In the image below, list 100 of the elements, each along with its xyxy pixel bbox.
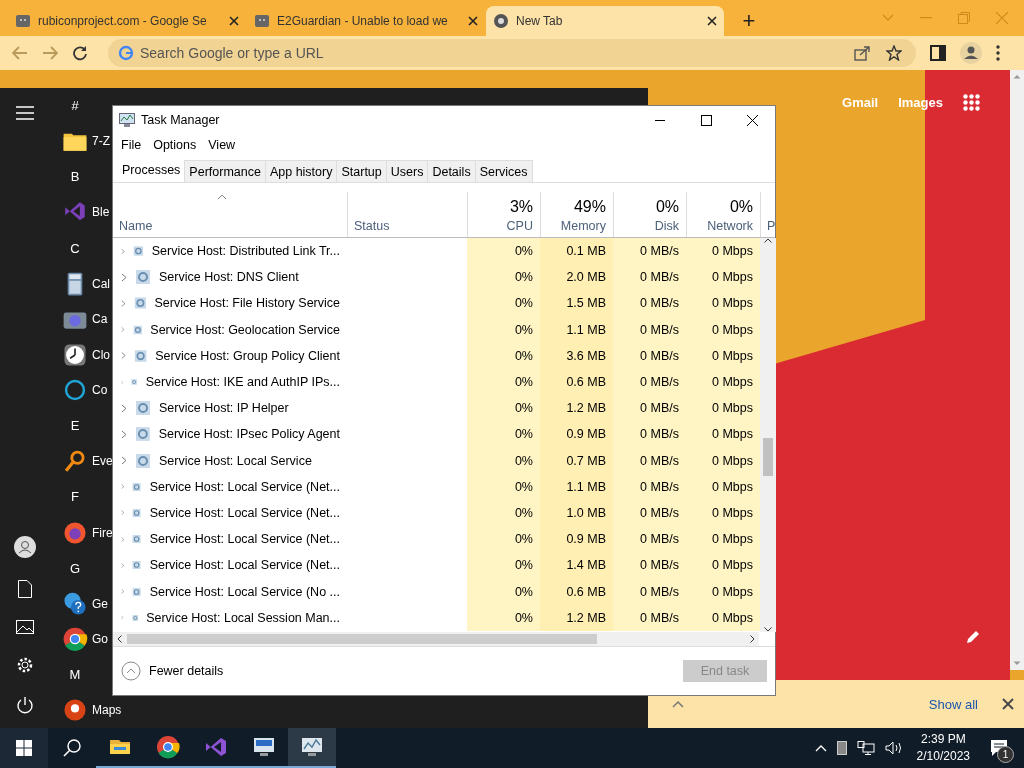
- process-name[interactable]: Service Host: Local Service (Net...: [149, 479, 340, 494]
- expand-chevron-icon[interactable]: [121, 403, 127, 413]
- app-name[interactable]: Ble: [92, 205, 110, 220]
- section-letter[interactable]: G: [60, 550, 90, 586]
- app-name[interactable]: Cal: [92, 276, 110, 291]
- reload-icon[interactable]: [72, 45, 88, 61]
- show-all-link[interactable]: Show all: [920, 690, 986, 718]
- tab[interactable]: Services: [474, 160, 533, 182]
- process-name[interactable]: Service Host: Local Service (Net...: [149, 505, 340, 520]
- menu-item[interactable]: Options: [147, 138, 203, 152]
- horizontal-scrollbar[interactable]: [113, 632, 759, 646]
- scroll-down-icon[interactable]: [764, 627, 772, 632]
- sort-caret-icon[interactable]: [217, 194, 227, 200]
- column-header[interactable]: Status: [354, 219, 390, 233]
- section-letter[interactable]: C: [60, 230, 90, 266]
- maximize-icon[interactable]: [700, 114, 712, 126]
- profile-icon[interactable]: [960, 42, 982, 64]
- section-letter[interactable]: B: [60, 159, 90, 195]
- column-header[interactable]: Memory: [560, 219, 606, 233]
- tab[interactable]: Details: [427, 160, 476, 182]
- process-name[interactable]: Service Host: Geolocation Service: [150, 322, 340, 337]
- star-icon[interactable]: [886, 45, 902, 61]
- process-name[interactable]: Service Host: IPsec Policy Agent: [158, 427, 340, 442]
- app-name[interactable]: 7-Z: [92, 134, 110, 149]
- app-name[interactable]: Clo: [92, 347, 110, 362]
- process-name[interactable]: Service Host: Local Session Man...: [146, 610, 340, 625]
- document-icon[interactable]: [18, 580, 32, 598]
- tab[interactable]: Users: [385, 160, 429, 182]
- search-icon[interactable]: [63, 739, 81, 757]
- section-letter[interactable]: F: [60, 479, 90, 515]
- menu-item[interactable]: File: [115, 138, 148, 152]
- app-name[interactable]: Go: [92, 632, 108, 647]
- section-letter[interactable]: M: [60, 657, 90, 693]
- column-header[interactable]: Disk: [654, 219, 679, 233]
- collapse-circle-icon[interactable]: [121, 661, 141, 681]
- address-bar[interactable]: Search Google or type a URL: [108, 39, 916, 67]
- tab[interactable]: Startup: [336, 160, 387, 182]
- chrome-logo-icon[interactable]: [62, 626, 88, 653]
- pictures-icon[interactable]: [16, 620, 34, 634]
- settings-icon[interactable]: [16, 656, 34, 674]
- browser-tab[interactable]: New Tab: [486, 6, 724, 36]
- expand-chevron-icon[interactable]: [121, 272, 127, 282]
- process-name[interactable]: Service Host: File History Service: [154, 296, 340, 311]
- scroll-thumb[interactable]: [127, 634, 597, 644]
- process-name[interactable]: Service Host: IKE and AuthIP IPs...: [145, 375, 340, 390]
- scroll-left-icon[interactable]: [117, 635, 122, 643]
- process-name[interactable]: Service Host: Local Service: [159, 453, 312, 468]
- scroll-up-icon[interactable]: [764, 238, 772, 243]
- app-name[interactable]: Eve: [92, 454, 113, 469]
- side-panel-icon[interactable]: [930, 45, 946, 61]
- share-icon[interactable]: [854, 45, 870, 61]
- expand-chevron-icon[interactable]: [121, 456, 127, 466]
- menu-item[interactable]: View: [202, 138, 242, 152]
- fox-globe-icon[interactable]: [62, 519, 88, 546]
- apps-grid-icon[interactable]: [963, 94, 980, 111]
- expand-chevron-icon[interactable]: [121, 429, 127, 439]
- section-letter[interactable]: E: [60, 408, 90, 444]
- scroll-thumb[interactable]: [763, 438, 773, 476]
- close-icon[interactable]: [229, 16, 239, 26]
- clock-date[interactable]: 2/10/2023: [916, 748, 970, 765]
- process-name[interactable]: Service Host: Local Service (Net...: [149, 558, 340, 573]
- network-icon[interactable]: [856, 741, 875, 755]
- speaker-icon[interactable]: [884, 741, 903, 755]
- clock-icon[interactable]: [62, 341, 88, 368]
- user-icon[interactable]: [14, 536, 36, 558]
- pencil-icon[interactable]: [966, 630, 980, 644]
- windows-logo-icon[interactable]: [16, 740, 32, 756]
- section-letter[interactable]: #: [60, 88, 90, 124]
- app-name[interactable]: Fire: [92, 525, 113, 540]
- process-name[interactable]: Service Host: Local Service (Net...: [149, 532, 340, 547]
- taskbar-button[interactable]: [288, 728, 336, 768]
- more-menu-icon[interactable]: [996, 45, 1000, 61]
- new-tab-button[interactable]: +: [731, 6, 767, 36]
- menu-icon[interactable]: [16, 106, 34, 120]
- process-name[interactable]: Service Host: IP Helper: [159, 401, 289, 416]
- question-bubble-icon[interactable]: [62, 590, 88, 617]
- battery-icon[interactable]: [836, 741, 847, 755]
- clock-time[interactable]: 2:39 PM: [920, 731, 966, 748]
- app-name[interactable]: Ge: [92, 596, 108, 611]
- app-name[interactable]: Co: [92, 383, 108, 398]
- vertical-scrollbar[interactable]: [760, 238, 776, 632]
- column-header[interactable]: Name: [119, 219, 153, 233]
- process-name[interactable]: Service Host: Local Service (No ...: [149, 584, 340, 599]
- process-name[interactable]: Service Host: Group Policy Client: [155, 348, 340, 363]
- process-name[interactable]: Service Host: DNS Client: [159, 270, 299, 285]
- power-icon[interactable]: [16, 696, 34, 714]
- column-header[interactable]: P: [767, 219, 776, 233]
- close-icon[interactable]: [468, 16, 478, 26]
- close-icon[interactable]: [707, 16, 717, 26]
- process-name[interactable]: Service Host: Distributed Link Tr...: [151, 244, 340, 259]
- browser-tab[interactable]: rubiconproject.com - Google Se: [8, 6, 246, 36]
- app-name[interactable]: Maps: [92, 703, 122, 718]
- app-name[interactable]: Ca: [92, 312, 108, 327]
- column-header[interactable]: CPU: [506, 219, 533, 233]
- column-header[interactable]: Network: [707, 219, 753, 233]
- fewer-details-link[interactable]: Fewer details: [149, 664, 224, 678]
- browser-tab[interactable]: E2Guardian - Unable to load we: [247, 6, 485, 36]
- close-icon[interactable]: [746, 114, 758, 126]
- tab[interactable]: App history: [264, 160, 338, 182]
- minimize-icon[interactable]: [655, 119, 665, 121]
